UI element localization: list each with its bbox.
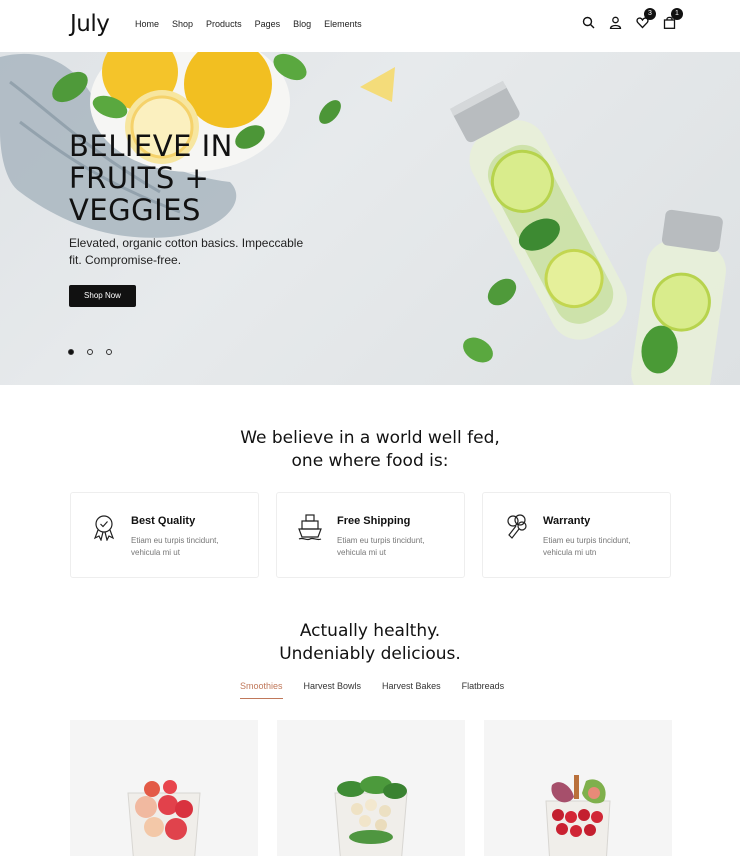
- features-row: Best Quality Etiam eu turpis tincidunt, …: [70, 492, 671, 578]
- wishlist-count-badge: 3: [644, 8, 656, 20]
- feature-title: Best Quality: [131, 515, 196, 527]
- healthy-heading-line1: Actually healthy.: [299, 621, 441, 641]
- slider-dot-2[interactable]: [87, 349, 93, 355]
- product-tabs: Smoothies Harvest Bowls Harvest Bakes Fl…: [240, 681, 504, 699]
- hero-subtitle: Elevated, organic cotton basics. Impecca…: [69, 236, 304, 267]
- feature-card-quality: Best Quality Etiam eu turpis tincidunt, …: [70, 492, 259, 578]
- main-nav: Home Shop Products Pages Blog Elements: [135, 19, 375, 29]
- bag-icon[interactable]: 1: [663, 8, 683, 29]
- product-grid: [70, 720, 672, 856]
- feature-desc: Etiam eu turpis tincidunt, vehicula mi u…: [337, 536, 425, 557]
- belief-heading-line2: one where food is:: [291, 451, 449, 471]
- hero-title: BELIEVE IN FRUITS + VEGGIES: [69, 129, 233, 227]
- product-card[interactable]: [70, 720, 258, 856]
- feature-card-shipping: Free Shipping Etiam eu turpis tincidunt,…: [276, 492, 465, 578]
- shop-now-button[interactable]: Shop Now: [69, 285, 136, 307]
- broccoli-icon: [503, 513, 529, 541]
- hero-banner: BELIEVE IN FRUITS + VEGGIES Elevated, or…: [0, 52, 740, 385]
- belief-heading-line1: We believe in a world well fed,: [240, 428, 500, 448]
- feature-title: Warranty: [543, 515, 591, 527]
- feature-desc: Etiam eu turpis tincidunt, vehicula mi u…: [543, 536, 631, 557]
- feature-title: Free Shipping: [337, 515, 411, 527]
- nav-item-elements[interactable]: Elements: [324, 19, 362, 29]
- award-icon: [91, 513, 117, 542]
- tab-harvest-bakes[interactable]: Harvest Bakes: [382, 681, 441, 699]
- healthy-heading: Actually healthy. Undeniably delicious.: [0, 620, 740, 666]
- feature-desc: Etiam eu turpis tincidunt, vehicula mi u…: [131, 536, 219, 557]
- feature-card-warranty: Warranty Etiam eu turpis tincidunt, vehi…: [482, 492, 671, 578]
- ship-icon: [297, 513, 323, 541]
- user-icon[interactable]: [609, 16, 622, 30]
- slider-dots: [68, 349, 112, 355]
- slider-dot-3[interactable]: [106, 349, 112, 355]
- site-header: July Home Shop Products Pages Blog Eleme…: [0, 0, 740, 52]
- logo[interactable]: July: [70, 11, 110, 37]
- tab-harvest-bowls[interactable]: Harvest Bowls: [304, 681, 362, 699]
- healthy-heading-line2: Undeniably delicious.: [279, 644, 461, 664]
- nav-item-home[interactable]: Home: [135, 19, 159, 29]
- cart-count-badge: 1: [671, 8, 683, 20]
- header-actions: 3 1: [582, 8, 683, 30]
- product-card[interactable]: [484, 720, 672, 856]
- tab-smoothies[interactable]: Smoothies: [240, 681, 283, 699]
- search-icon[interactable]: [582, 16, 595, 29]
- belief-heading: We believe in a world well fed, one wher…: [0, 427, 740, 473]
- tab-flatbreads[interactable]: Flatbreads: [462, 681, 505, 699]
- product-image: [127, 780, 201, 856]
- nav-item-blog[interactable]: Blog: [293, 19, 311, 29]
- heart-icon[interactable]: 3: [636, 8, 656, 29]
- product-card[interactable]: [277, 720, 465, 856]
- product-image: [545, 775, 611, 856]
- slider-dot-1[interactable]: [68, 349, 74, 355]
- nav-item-shop[interactable]: Shop: [172, 19, 193, 29]
- nav-item-pages[interactable]: Pages: [255, 19, 281, 29]
- nav-item-products[interactable]: Products: [206, 19, 242, 29]
- product-image: [334, 776, 408, 856]
